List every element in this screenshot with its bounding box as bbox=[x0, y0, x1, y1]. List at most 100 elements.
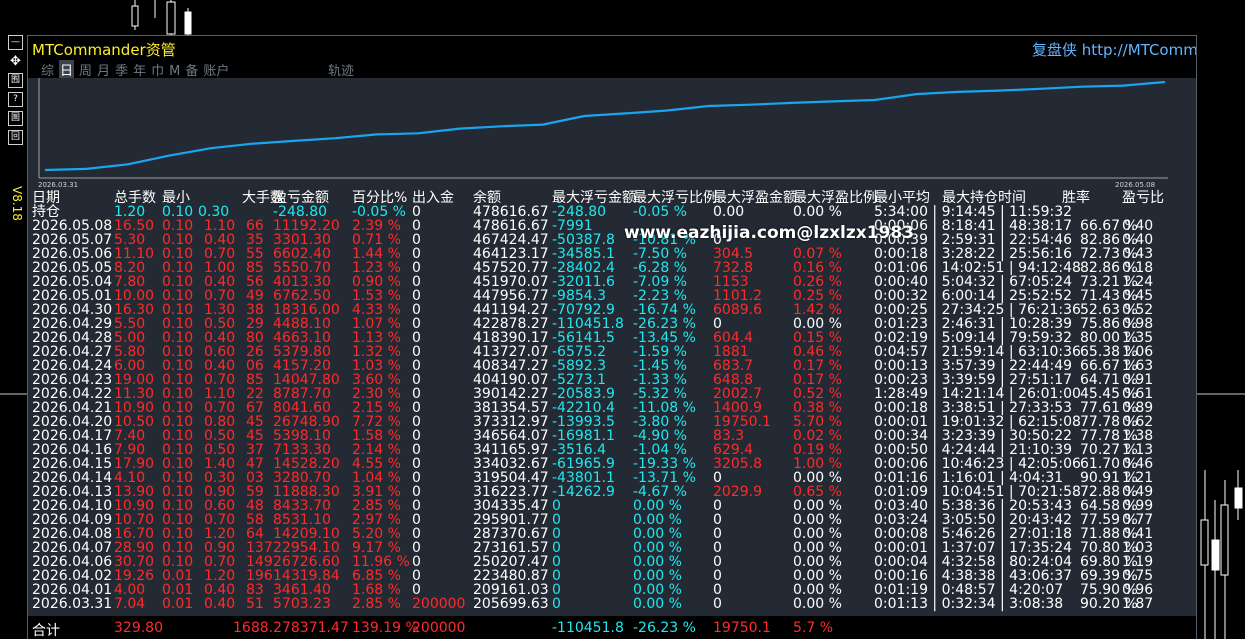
row-count: 06 bbox=[246, 358, 264, 374]
row-hold-times: 0:00:32 | 6:00:14 | 25:52:52 bbox=[874, 288, 1073, 304]
row-max: 1.20 bbox=[204, 526, 236, 542]
equity-start-date: 2026.03.31 bbox=[38, 181, 79, 189]
table-row: 2026.05.06 11.10 0.10 0.70 55 6602.40 1.44 % 0 4… bbox=[28, 247, 1196, 261]
row-max: 1.20 bbox=[204, 568, 236, 584]
row-pct: 3.60 % bbox=[352, 372, 401, 388]
tab-track[interactable]: 轨迹 bbox=[328, 60, 354, 79]
row-lots: 19.26 bbox=[114, 568, 155, 584]
row-count: 03 bbox=[246, 470, 264, 486]
row-hold-times: 0:00:40 | 5:04:32 | 67:05:24 bbox=[874, 274, 1073, 290]
report-icon[interactable]: 囿 bbox=[8, 73, 23, 88]
row-lots: 7.80 bbox=[114, 274, 146, 290]
row-float-loss: -42210.4 bbox=[552, 400, 615, 416]
row-float-loss: -16981.1 bbox=[552, 428, 615, 444]
tab-0[interactable]: 综 bbox=[41, 60, 54, 79]
table-row: 2026.04.29 5.50 0.10 0.50 29 4488.10 1.07 % 0 42… bbox=[28, 317, 1196, 331]
row-balance: 205699.63 bbox=[473, 596, 549, 612]
row-float-gain: 2029.9 bbox=[713, 484, 762, 500]
row-lots: 11.30 bbox=[114, 386, 155, 402]
row-float-loss: 0 bbox=[552, 596, 561, 612]
column-header-2: 最小 bbox=[162, 190, 190, 206]
grid-icon[interactable]: 圄 bbox=[8, 111, 23, 126]
move-icon[interactable]: ✥ bbox=[8, 54, 23, 69]
row-min: 0.10 bbox=[162, 442, 194, 458]
window-icon[interactable]: 回 bbox=[8, 130, 23, 145]
row-pl-ratio: 0.98 bbox=[1122, 316, 1154, 332]
row-count: 49 bbox=[246, 288, 264, 304]
row-hold-times: 0:03:24 | 3:05:50 | 20:43:42 bbox=[874, 512, 1073, 528]
row-max: 0.70 bbox=[204, 400, 236, 416]
row-hold-times: 0:00:23 | 3:39:59 | 27:51:17 bbox=[874, 372, 1073, 388]
side-toolbar: — ✥ 囿 ? 圄 回 bbox=[8, 35, 26, 149]
row-min: 0.01 bbox=[162, 582, 194, 598]
row-pl-ratio: 0.62 bbox=[1122, 414, 1154, 430]
totals-flow: 200000 bbox=[412, 620, 466, 636]
tab-1[interactable]: 日 bbox=[59, 60, 75, 79]
row-float-loss: 0 bbox=[552, 568, 561, 584]
tab-2[interactable]: 周 bbox=[79, 60, 92, 79]
row-float-loss: 0 bbox=[552, 554, 561, 570]
help-icon[interactable]: ? bbox=[8, 92, 23, 107]
table-row: 2026.04.27 5.80 0.10 0.60 26 5379.80 1.32 % 0 41… bbox=[28, 345, 1196, 359]
row-float-loss: -20583.9 bbox=[552, 386, 615, 402]
row-float-gain-pct: 0.16 % bbox=[793, 260, 842, 276]
row-pct: 1.07 % bbox=[352, 316, 401, 332]
row-flow: 0 bbox=[412, 582, 421, 598]
row-float-loss: 0 bbox=[552, 498, 561, 514]
row-date: 2026.04.27 bbox=[32, 344, 113, 360]
row-float-gain: 629.4 bbox=[713, 442, 754, 458]
row-pct: 3.91 % bbox=[352, 484, 401, 500]
row-pnl: 8531.10 bbox=[273, 512, 331, 528]
equity-end-date: 2026.05.08 bbox=[1115, 181, 1156, 189]
row-pnl: 4157.20 bbox=[273, 358, 331, 374]
row-pnl: 18316.00 bbox=[273, 302, 340, 318]
period-tabs: 综日周月季年巾 M 备账户 bbox=[41, 60, 234, 79]
tab-7[interactable]: M bbox=[169, 64, 180, 79]
row-float-loss-pct: -7.50 % bbox=[633, 246, 687, 262]
row-float-loss-pct: -13.71 % bbox=[633, 470, 696, 486]
row-count: 64 bbox=[246, 526, 264, 542]
tab-6[interactable]: 巾 bbox=[151, 60, 164, 79]
holding-pnl: -248.80 bbox=[273, 204, 328, 220]
row-min: 0.10 bbox=[162, 372, 194, 388]
table-row: 2026.04.10 10.90 0.10 0.60 48 8433.70 2.85 % 0 3… bbox=[28, 499, 1196, 513]
row-min: 0.01 bbox=[162, 596, 194, 612]
table-row: 2026.04.06 30.70 0.10 0.70 149 26726.60 11.96 … bbox=[28, 555, 1196, 569]
row-max: 0.50 bbox=[204, 316, 236, 332]
row-float-gain: 1881 bbox=[713, 344, 749, 360]
tab-9[interactable]: 账户 bbox=[203, 60, 229, 79]
row-flow: 0 bbox=[412, 316, 421, 332]
row-float-gain-pct: 0.26 % bbox=[793, 274, 842, 290]
table-row: 2026.04.02 19.26 0.01 1.20 196 14319.84 6.85 %… bbox=[28, 569, 1196, 583]
row-float-loss-pct: -1.04 % bbox=[633, 442, 687, 458]
row-pnl: 6602.40 bbox=[273, 246, 331, 262]
brand-link[interactable]: 复盘侠 http://MTCommander.com bbox=[1032, 39, 1196, 60]
minimize-icon[interactable]: — bbox=[8, 35, 23, 50]
commander-panel: MTCommander资管 复盘侠 http://MTCommander.com… bbox=[27, 35, 1197, 639]
row-min: 0.10 bbox=[162, 260, 194, 276]
row-flow: 0 bbox=[412, 274, 421, 290]
row-pnl: 4488.10 bbox=[273, 316, 331, 332]
row-pl-ratio: 0.77 bbox=[1122, 512, 1154, 528]
row-max: 1.30 bbox=[204, 302, 236, 318]
row-pct: 11.96 % bbox=[352, 554, 410, 570]
row-hold-times: 0:00:08 | 5:46:26 | 27:01:18 bbox=[874, 526, 1073, 542]
row-count: 196 bbox=[246, 568, 273, 584]
row-float-loss-pct: 0.00 % bbox=[633, 498, 682, 514]
version-label: V8.18 bbox=[10, 186, 24, 221]
table-row: 2026.04.16 7.90 0.10 0.50 37 7133.30 2.14 % 0 34… bbox=[28, 443, 1196, 457]
tab-8[interactable]: 备 bbox=[185, 60, 198, 79]
totals-float-loss-pct: -26.23 % bbox=[633, 620, 696, 636]
row-hold-times: 0:00:34 | 3:23:39 | 30:50:22 bbox=[874, 428, 1073, 444]
row-flow: 0 bbox=[412, 484, 421, 500]
row-flow: 200000 bbox=[412, 596, 466, 612]
tab-4[interactable]: 季 bbox=[115, 60, 128, 79]
row-lots: 13.90 bbox=[114, 484, 155, 500]
row-float-gain: 1153 bbox=[713, 274, 749, 290]
tab-5[interactable]: 年 bbox=[133, 60, 146, 79]
row-pct: 5.20 % bbox=[352, 526, 401, 542]
row-lots: 11.10 bbox=[114, 246, 155, 262]
table-row: 2026.04.23 19.00 0.10 0.70 85 14047.80 3.60 % 0… bbox=[28, 373, 1196, 387]
tab-3[interactable]: 月 bbox=[97, 60, 110, 79]
row-count: 51 bbox=[246, 596, 264, 612]
